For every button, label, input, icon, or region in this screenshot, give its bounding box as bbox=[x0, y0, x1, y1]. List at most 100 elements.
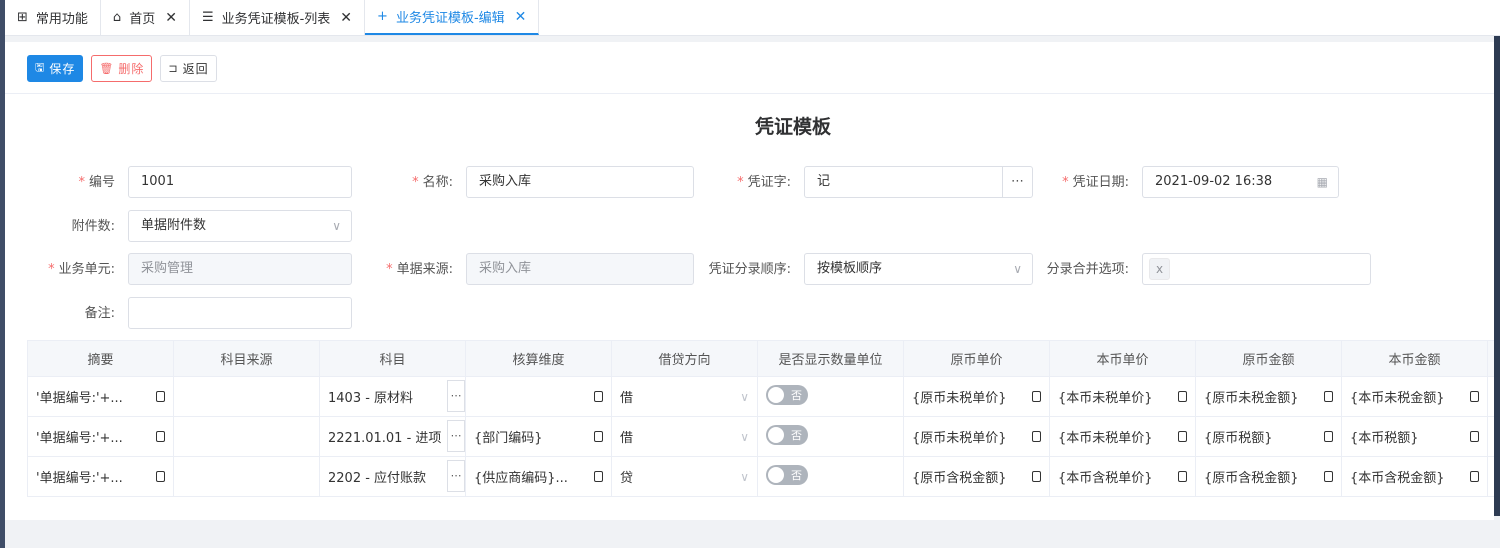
summary-text: '单据编号:'+... bbox=[36, 391, 123, 406]
copy-icon[interactable] bbox=[1470, 431, 1479, 442]
subject-source-cell[interactable] bbox=[173, 416, 320, 457]
local-price-cell[interactable]: {本币未税单价} bbox=[1049, 416, 1196, 457]
copy-icon[interactable] bbox=[594, 391, 603, 402]
back-label: 返回 bbox=[182, 62, 209, 76]
calendar-icon[interactable]: ▦ bbox=[1317, 167, 1328, 197]
col-header-show-qty: 是否显示数量单位 bbox=[757, 340, 904, 377]
delete-button[interactable]: 🗑 删除 bbox=[91, 55, 153, 82]
orig-price-cell[interactable]: {原币未税单价} bbox=[903, 416, 1050, 457]
more-icon[interactable]: ⋯ bbox=[447, 380, 465, 412]
summary-text: '单据编号:'+... bbox=[36, 471, 123, 486]
local-amount-cell[interactable]: {本币含税金额} bbox=[1341, 456, 1488, 497]
home-icon: ⌂ bbox=[112, 10, 122, 25]
copy-icon[interactable] bbox=[156, 471, 165, 482]
direction-cell[interactable]: 借 ∨ bbox=[611, 376, 758, 417]
dimension-cell[interactable] bbox=[465, 376, 612, 417]
business-unit-label: * 业务单元: bbox=[48, 262, 115, 277]
col-header-dimension: 核算维度 bbox=[465, 340, 612, 377]
tab-label: 常用功能 bbox=[35, 12, 88, 27]
local-amount-cell[interactable]: {本币未税金额} bbox=[1341, 376, 1488, 417]
subject-source-cell[interactable] bbox=[173, 376, 320, 417]
copy-icon[interactable] bbox=[1032, 391, 1041, 402]
subject-cell[interactable]: 2202 - 应付账款 ⋯ bbox=[319, 456, 466, 497]
copy-icon[interactable] bbox=[156, 391, 165, 402]
tab-common-functions[interactable]: ⊞ 常用功能 bbox=[5, 0, 101, 35]
local-amount-cell[interactable]: {本币税额} bbox=[1341, 416, 1488, 457]
entry-order-select[interactable]: 按模板顺序 ∨ bbox=[804, 253, 1033, 285]
copy-icon[interactable] bbox=[1324, 391, 1333, 402]
copy-icon[interactable] bbox=[1324, 471, 1333, 482]
direction-cell[interactable]: 借 ∨ bbox=[611, 416, 758, 457]
copy-icon[interactable] bbox=[1470, 471, 1479, 482]
copy-icon[interactable] bbox=[1032, 471, 1041, 482]
tab-home[interactable]: ⌂ 首页 ✕ bbox=[101, 0, 190, 35]
copy-icon[interactable] bbox=[1470, 391, 1479, 402]
tab-voucher-template-edit[interactable]: + 业务凭证模板-编辑 ✕ bbox=[365, 0, 540, 35]
col-header-orig-amount: 原币金额 bbox=[1195, 340, 1342, 377]
back-button[interactable]: ⊐ 返回 bbox=[160, 55, 217, 82]
remark-label: 备注: bbox=[84, 306, 115, 321]
orig-amount-cell[interactable]: {原币未税金额} bbox=[1195, 376, 1342, 417]
orig-amount-cell[interactable]: {原币含税金额} bbox=[1195, 456, 1342, 497]
copy-icon[interactable] bbox=[594, 431, 603, 442]
orig-price-cell[interactable]: {原币含税金额} bbox=[903, 456, 1050, 497]
close-icon[interactable]: ✕ bbox=[165, 10, 177, 26]
toggle-text: 否 bbox=[791, 468, 802, 482]
subject-cell[interactable]: 1403 - 原材料 ⋯ bbox=[319, 376, 466, 417]
copy-icon[interactable] bbox=[1032, 431, 1041, 442]
close-icon[interactable]: ✕ bbox=[515, 9, 527, 25]
local-price-cell[interactable]: {本币未税单价} bbox=[1049, 376, 1196, 417]
toggle-knob bbox=[768, 386, 784, 403]
local-price-text: {本币未税单价} bbox=[1058, 431, 1153, 446]
copy-icon[interactable] bbox=[1178, 471, 1187, 482]
code-input[interactable]: 1001 bbox=[128, 166, 352, 198]
copy-icon[interactable] bbox=[1324, 431, 1333, 442]
subject-text: 1403 - 原材料 bbox=[328, 391, 414, 406]
subject-cell[interactable]: 2221.01.01 - 进项 ⋯ bbox=[319, 416, 466, 457]
orig-amount-text: {原币含税金额} bbox=[1204, 471, 1299, 486]
dimension-cell[interactable]: {供应商编码}... bbox=[465, 456, 612, 497]
merge-tag-close[interactable]: x bbox=[1149, 258, 1171, 280]
doc-source-label: * 单据来源: bbox=[386, 262, 453, 277]
footer-area bbox=[5, 520, 1500, 548]
orig-amount-cell[interactable]: {原币税额} bbox=[1195, 416, 1342, 457]
chevron-down-icon: ∨ bbox=[332, 219, 341, 233]
copy-icon[interactable] bbox=[1178, 431, 1187, 442]
orig-price-cell[interactable]: {原币未税单价} bbox=[903, 376, 1050, 417]
voucher-word-input[interactable]: 记 ⋯ bbox=[804, 166, 1033, 198]
name-label: * 名称: bbox=[412, 175, 453, 190]
attachments-select[interactable]: 单据附件数 ∨ bbox=[128, 210, 352, 242]
show-qty-toggle[interactable]: 否 bbox=[766, 464, 808, 485]
summary-cell[interactable]: '单据编号:'+... bbox=[27, 376, 174, 417]
summary-cell[interactable]: '单据编号:'+... bbox=[27, 416, 174, 457]
copy-icon[interactable] bbox=[594, 471, 603, 482]
tab-voucher-template-list[interactable]: ☰ 业务凭证模板-列表 ✕ bbox=[190, 0, 366, 35]
subject-text: 2221.01.01 - 进项 bbox=[328, 431, 442, 446]
merge-option-select[interactable]: x bbox=[1142, 253, 1371, 285]
show-qty-toggle[interactable]: 否 bbox=[766, 424, 808, 445]
toggle-knob bbox=[768, 466, 784, 483]
scrollbar[interactable] bbox=[1494, 36, 1500, 516]
toggle-text: 否 bbox=[791, 388, 802, 402]
local-amount-text: {本币未税金额} bbox=[1350, 391, 1445, 406]
entry-table: 摘要 科目来源 科目 核算维度 借贷方向 是否显示数量单位 原币单价 本币单价 … bbox=[27, 340, 1494, 498]
more-icon[interactable]: ⋯ bbox=[1002, 167, 1032, 197]
more-icon[interactable]: ⋯ bbox=[447, 420, 465, 452]
name-input[interactable]: 采购入库 bbox=[466, 166, 694, 198]
doc-source-input: 采购入库 bbox=[466, 253, 694, 285]
remark-input[interactable] bbox=[128, 297, 352, 329]
close-icon[interactable]: ✕ bbox=[340, 10, 352, 26]
copy-icon[interactable] bbox=[1178, 391, 1187, 402]
dimension-cell[interactable]: {部门编码} bbox=[465, 416, 612, 457]
show-qty-toggle[interactable]: 否 bbox=[766, 384, 808, 405]
more-icon[interactable]: ⋯ bbox=[447, 460, 465, 492]
subject-source-cell[interactable] bbox=[173, 456, 320, 497]
direction-cell[interactable]: 贷 ∨ bbox=[611, 456, 758, 497]
summary-cell[interactable]: '单据编号:'+... bbox=[27, 456, 174, 497]
voucher-date-label: * 凭证日期: bbox=[1062, 175, 1129, 190]
entry-order-label: 凭证分录顺序: bbox=[708, 262, 791, 277]
voucher-date-input[interactable]: 2021-09-02 16:38 ▦ bbox=[1142, 166, 1339, 198]
local-price-cell[interactable]: {本币含税单价} bbox=[1049, 456, 1196, 497]
save-button[interactable]: 🖫 保存 bbox=[27, 55, 84, 82]
copy-icon[interactable] bbox=[156, 431, 165, 442]
